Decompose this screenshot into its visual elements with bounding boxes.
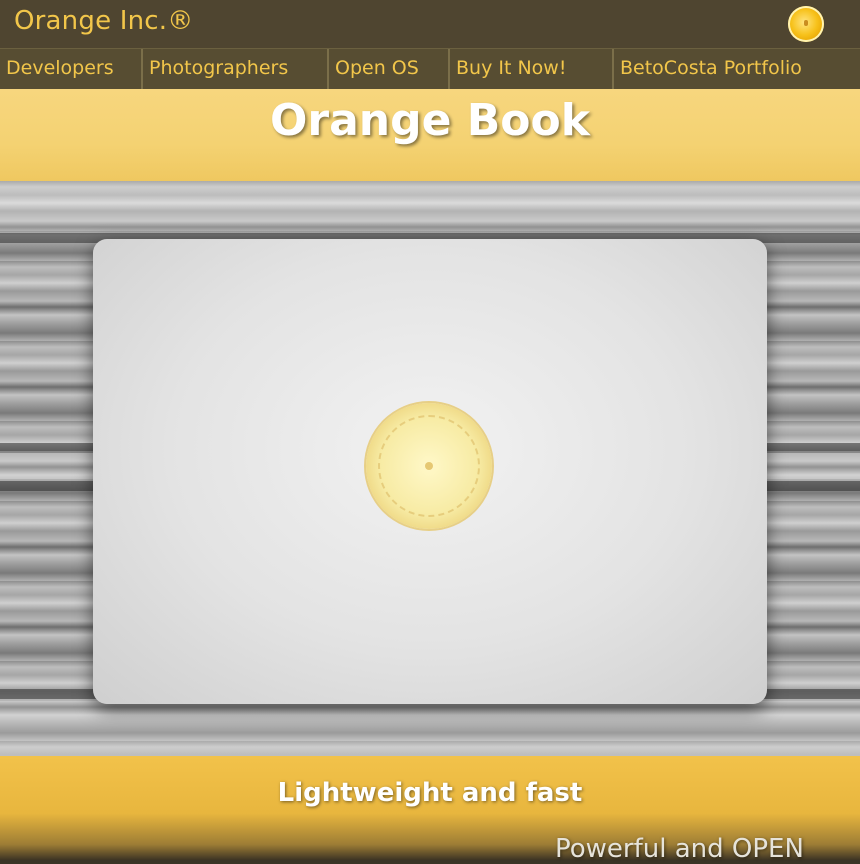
brand-name[interactable]: Orange Inc.® <box>14 6 193 36</box>
tagline-lightweight: Lightweight and fast <box>277 778 583 808</box>
nav-item-photographers[interactable]: Photographers <box>142 49 328 89</box>
main-nav: Developers Photographers Open OS Buy It … <box>0 48 860 90</box>
hero-image <box>0 181 860 756</box>
top-bar: Orange Inc.® <box>0 0 860 48</box>
wood-plank <box>0 181 860 231</box>
tagline-band: Lightweight and fast Powerful and OPEN <box>0 756 860 864</box>
nav-item-buy-it-now[interactable]: Buy It Now! <box>449 49 613 89</box>
orange-logo-icon <box>366 403 492 529</box>
nav-item-betocosta-portfolio[interactable]: BetoCosta Portfolio <box>613 49 860 89</box>
hero-title-band: Orange Book <box>0 89 860 181</box>
nav-item-developers[interactable]: Developers <box>0 49 142 89</box>
nav-item-open-os[interactable]: Open OS <box>328 49 449 89</box>
laptop-image <box>93 239 767 704</box>
wood-plank <box>0 701 860 756</box>
orange-slice-icon[interactable] <box>788 6 824 42</box>
page-title: Orange Book <box>269 95 591 146</box>
